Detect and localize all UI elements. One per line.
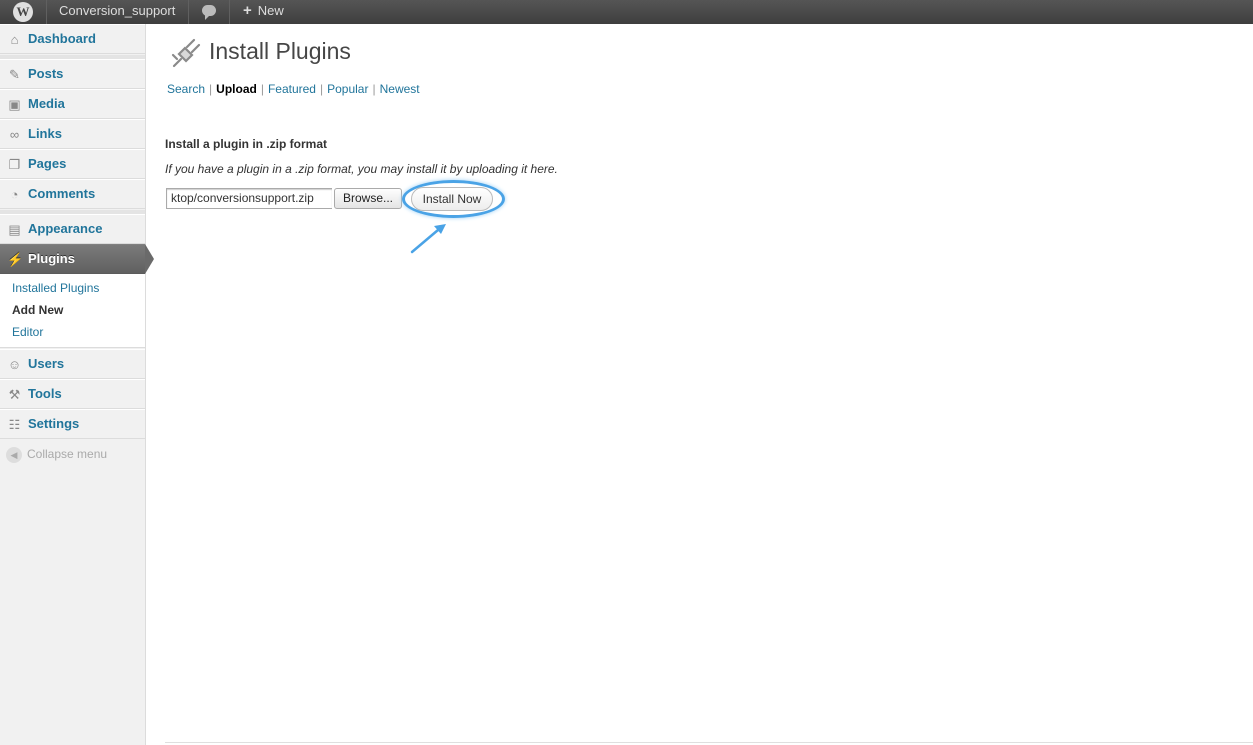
media-icon: ▣ xyxy=(8,97,21,112)
sidebar-item-comments[interactable]: ◔ Comments xyxy=(0,179,145,209)
footer-divider xyxy=(165,742,1253,743)
sidebar-item-label: Settings xyxy=(28,416,80,431)
upload-tabs: Search | Upload | Featured | Popular | Newest xyxy=(167,82,420,96)
tab-separator: | xyxy=(372,82,376,96)
new-content-label: New xyxy=(257,3,284,18)
submenu-installed-plugins[interactable]: Installed Plugins xyxy=(12,281,99,295)
collapse-arrow-icon: ◀ xyxy=(6,447,22,463)
sidebar-item-tools[interactable]: ⚒ Tools xyxy=(0,379,145,409)
chain-icon: ∞ xyxy=(9,127,20,142)
collapse-menu-label: Collapse menu xyxy=(27,447,108,462)
submenu-editor[interactable]: Editor xyxy=(12,325,43,339)
appearance-icon: ▤ xyxy=(8,222,21,237)
sidebar-item-label: Appearance xyxy=(28,221,103,236)
admin-bar-divider xyxy=(46,0,47,24)
plus-icon: + xyxy=(243,2,252,19)
section-heading: Install a plugin in .zip format xyxy=(165,137,328,151)
speech-bubble-icon[interactable] xyxy=(202,5,216,20)
sidebar-item-label: Tools xyxy=(28,386,62,401)
sidebar-item-posts[interactable]: ✎ Posts xyxy=(0,59,145,89)
sidebar-item-pages[interactable]: ❐ Pages xyxy=(0,149,145,179)
sidebar-item-dashboard[interactable]: ⌂ Dashboard xyxy=(0,24,145,54)
new-content-link[interactable]: + New xyxy=(243,0,284,24)
comment-icon: ◔ xyxy=(10,187,19,202)
admin-bar: W Conversion_support + New xyxy=(0,0,1253,24)
home-icon: ⌂ xyxy=(10,32,19,47)
sidebar-item-label: Links xyxy=(28,126,62,141)
sidebar-item-label: Pages xyxy=(28,156,67,171)
users-icon: ☺ xyxy=(7,357,22,372)
sidebar-item-users[interactable]: ☺ Users xyxy=(0,349,145,379)
tab-separator: | xyxy=(209,82,213,96)
sidebar-item-label: Comments xyxy=(28,186,96,201)
pages-icon: ❐ xyxy=(8,157,21,172)
tab-featured[interactable]: Featured xyxy=(268,82,316,96)
main-content: Install Plugins Search | Upload | Featured | P… xyxy=(146,24,1253,745)
tab-search[interactable]: Search xyxy=(167,82,205,96)
sidebar-item-links[interactable]: ∞ Links xyxy=(0,119,145,149)
admin-bar-divider xyxy=(229,0,230,24)
collapse-menu-button[interactable]: ◀ Collapse menu xyxy=(6,447,107,463)
upload-description: If you have a plugin in a .zip format, y… xyxy=(165,162,558,176)
admin-sidebar: ⌂ Dashboard ✎ Posts ▣ Media ∞ Links ❐ Pa… xyxy=(0,24,146,745)
page-title: Install Plugins xyxy=(209,38,351,64)
tab-newest[interactable]: Newest xyxy=(380,82,420,96)
submenu-add-new[interactable]: Add New xyxy=(12,303,63,317)
browse-button[interactable]: Browse... xyxy=(334,188,402,209)
plug-icon xyxy=(171,38,201,68)
pin-icon: ✎ xyxy=(9,67,20,82)
tab-popular[interactable]: Popular xyxy=(327,82,368,96)
settings-icon: ☷ xyxy=(8,417,21,432)
admin-bar-divider xyxy=(188,0,189,24)
sidebar-item-label: Dashboard xyxy=(28,31,96,46)
install-now-button[interactable]: Install Now xyxy=(411,187,493,211)
wordpress-logo-icon[interactable]: W xyxy=(13,2,33,22)
sidebar-item-label: Media xyxy=(28,96,65,111)
sidebar-item-label: Plugins xyxy=(28,251,75,266)
sidebar-item-media[interactable]: ▣ Media xyxy=(0,89,145,119)
tools-icon: ⚒ xyxy=(8,387,21,402)
sidebar-item-appearance[interactable]: ▤ Appearance xyxy=(0,214,145,244)
pointer-arrow-icon xyxy=(410,224,446,254)
sidebar-item-label: Posts xyxy=(28,66,64,81)
plug-icon: ⚡ xyxy=(7,252,24,267)
file-path-input[interactable]: ktop/conversionsupport.zip xyxy=(166,188,332,209)
sidebar-item-label: Users xyxy=(28,356,65,371)
tab-separator: | xyxy=(319,82,324,96)
sidebar-item-plugins[interactable]: ⚡ Plugins xyxy=(0,244,145,274)
site-name-link[interactable]: Conversion_support xyxy=(59,0,175,24)
sidebar-item-settings[interactable]: ☷ Settings xyxy=(0,409,145,439)
tab-separator: | xyxy=(260,82,264,96)
plugins-submenu: Installed Plugins Add New Editor xyxy=(0,274,145,348)
tab-upload[interactable]: Upload xyxy=(216,82,257,96)
